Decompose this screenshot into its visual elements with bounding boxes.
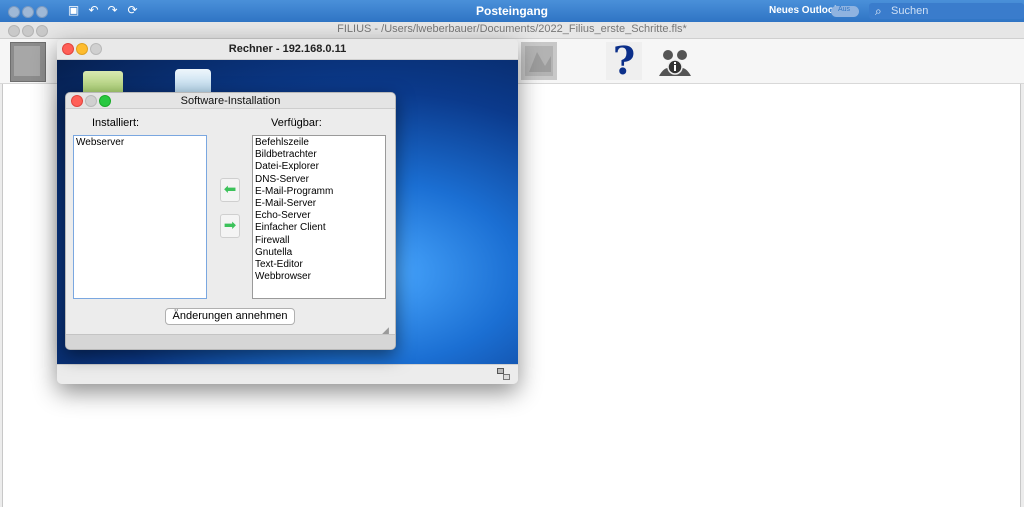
list-item[interactable]: Webserver bbox=[76, 137, 204, 149]
installed-label: Installiert: bbox=[92, 117, 140, 129]
arrow-left-icon: ⬅ bbox=[223, 181, 237, 198]
info-icon[interactable] bbox=[657, 42, 693, 80]
rechner-window-title: Rechner - 192.168.0.11 bbox=[228, 43, 347, 55]
move-right-button[interactable]: ➡ bbox=[220, 214, 240, 238]
list-item[interactable]: Einfacher Client bbox=[255, 222, 383, 234]
list-item[interactable]: DNS-Server bbox=[255, 174, 383, 186]
network-status-icon[interactable] bbox=[497, 368, 511, 381]
list-item[interactable]: E-Mail-Programm bbox=[255, 186, 383, 198]
search-icon: ⌕ bbox=[875, 4, 882, 18]
list-item[interactable]: Firewall bbox=[255, 235, 383, 247]
list-item[interactable]: E-Mail-Server bbox=[255, 198, 383, 210]
dialog-title: Software-Installation bbox=[180, 95, 281, 107]
available-label: Verfügbar: bbox=[271, 117, 322, 129]
mode-icon-inner bbox=[14, 46, 40, 76]
installed-list[interactable]: Webserver bbox=[73, 135, 207, 299]
dialog-bottom-bar bbox=[66, 334, 395, 349]
software-installation-dialog: Software-Installation Installiert: Verfü… bbox=[65, 92, 396, 350]
new-outlook-label: Neues Outlook bbox=[769, 5, 840, 16]
image-icon[interactable] bbox=[521, 42, 557, 80]
rechner-statusbar bbox=[57, 364, 518, 384]
new-outlook-toggle-label: Aus bbox=[838, 6, 851, 13]
list-item[interactable]: Gnutella bbox=[255, 247, 383, 259]
help-question-mark: ? bbox=[612, 38, 636, 83]
move-left-button[interactable]: ⬅ bbox=[220, 178, 240, 202]
list-item[interactable]: Bildbetrachter bbox=[255, 149, 383, 161]
list-item[interactable]: Webbrowser bbox=[255, 271, 383, 283]
list-item[interactable]: Befehlszeile bbox=[255, 137, 383, 149]
list-item[interactable]: Echo-Server bbox=[255, 210, 383, 222]
list-item[interactable]: Datei-Explorer bbox=[255, 161, 383, 173]
arrow-right-icon: ➡ bbox=[223, 217, 237, 234]
available-list[interactable]: Befehlszeile Bildbetrachter Datei-Explorer… bbox=[252, 135, 386, 299]
apply-changes-button[interactable]: Änderungen annehmen bbox=[165, 308, 295, 325]
search-placeholder[interactable]: Suchen bbox=[891, 5, 928, 17]
list-item[interactable]: Text-Editor bbox=[255, 259, 383, 271]
filius-window-title: FILIUS - /Users/lweberbauer/Documents/20… bbox=[337, 23, 687, 35]
